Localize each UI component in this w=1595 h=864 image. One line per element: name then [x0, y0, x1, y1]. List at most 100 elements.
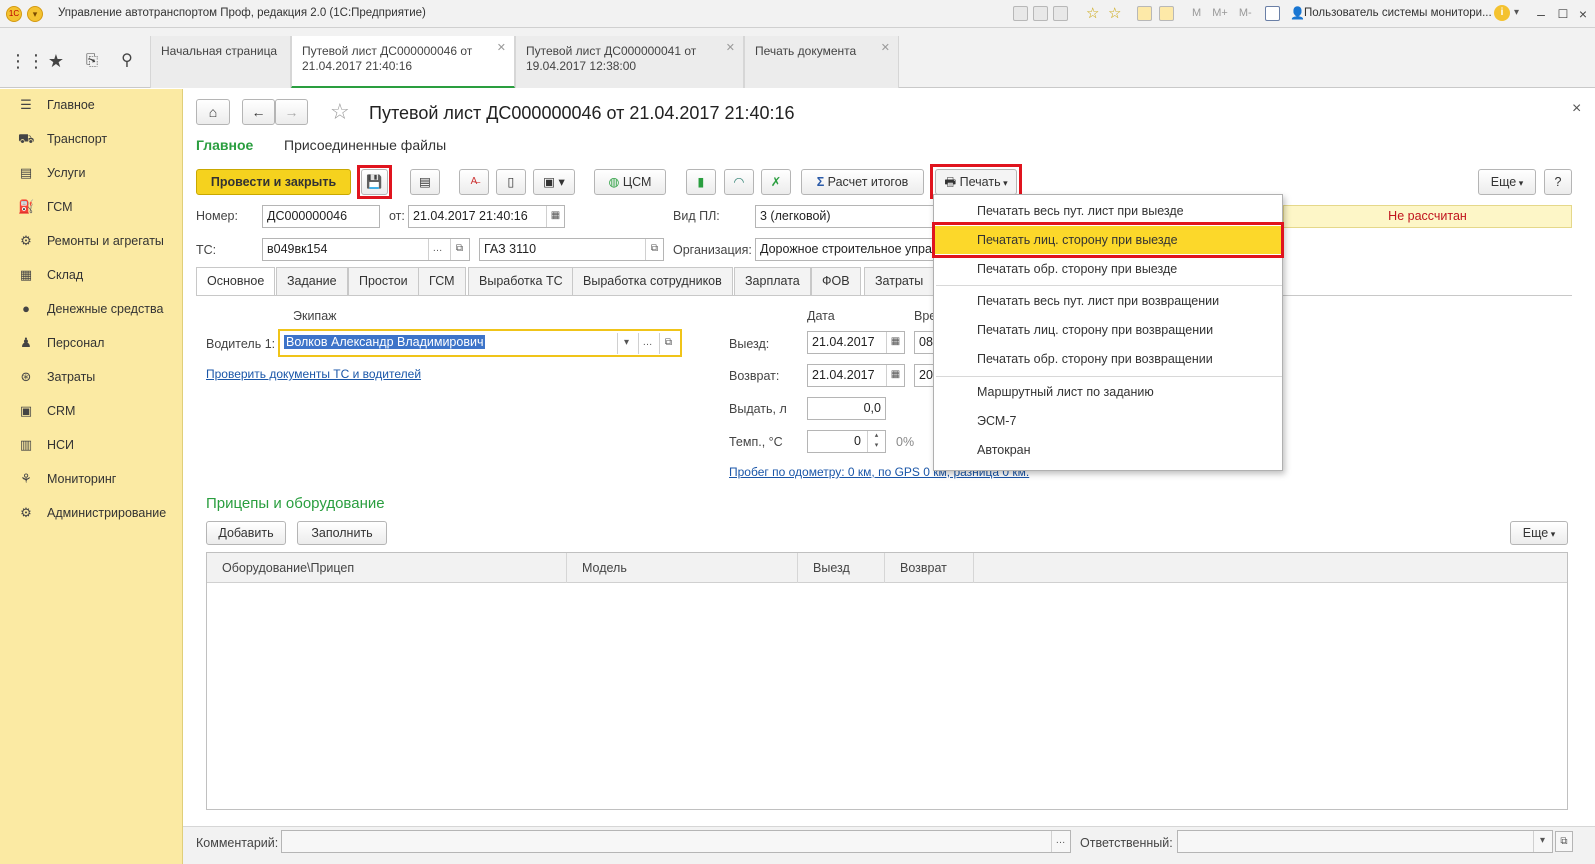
- close-tab-icon[interactable]: ✕: [726, 41, 735, 56]
- favorites-add-icon[interactable]: ☆: [1086, 4, 1099, 22]
- responsible-open-icon[interactable]: ⧉: [1555, 831, 1573, 852]
- calendar-icon[interactable]: ▦: [886, 365, 904, 386]
- phone-button[interactable]: ▮: [686, 169, 716, 195]
- menu-item-print-front-return[interactable]: Печатать лиц. сторону при возвращении: [934, 316, 1284, 344]
- ts-open-icon[interactable]: ⧉: [450, 239, 468, 260]
- sidebar-item-money[interactable]: ● Денежные средства: [0, 295, 183, 325]
- sidebar-item-warehouse[interactable]: ▦ Склад: [0, 261, 183, 291]
- csm-button[interactable]: ◍ ЦСМ: [594, 169, 666, 195]
- panels-icon[interactable]: [1265, 6, 1280, 21]
- table-header-equipment[interactable]: Оборудование\Прицеп: [207, 553, 567, 583]
- close-window-button[interactable]: ×: [1572, 4, 1594, 24]
- driver-select-button[interactable]: …: [638, 333, 656, 354]
- menu-item-autocrane[interactable]: Автокран: [934, 436, 1284, 464]
- spellcheck-button[interactable]: A̶: [459, 169, 489, 195]
- fill-trailer-button[interactable]: Заполнить: [297, 521, 387, 545]
- sidebar-item-main[interactable]: ☰ Главное: [0, 91, 183, 121]
- tab-fuel[interactable]: ГСМ: [418, 267, 466, 295]
- favorite-star-icon[interactable]: ☆: [330, 99, 350, 125]
- maximize-button[interactable]: ☐: [1552, 4, 1574, 24]
- history-icon[interactable]: ⎘: [80, 50, 104, 72]
- document-button[interactable]: ▯: [496, 169, 526, 195]
- check-docs-link[interactable]: Проверить документы ТС и водителей: [206, 367, 421, 381]
- sidebar-item-costs[interactable]: ⊛ Затраты: [0, 363, 183, 393]
- tab-vehicle-output[interactable]: Выработка ТС: [468, 267, 574, 295]
- tab-print-document[interactable]: Печать документа ✕: [744, 36, 899, 88]
- org-field[interactable]: Дорожное строительное упра: [755, 238, 935, 261]
- tab-fov[interactable]: ФОВ: [811, 267, 861, 295]
- driver-open-icon[interactable]: ⧉: [659, 333, 677, 354]
- ts-select-button[interactable]: …: [428, 239, 446, 260]
- menu-item-print-back-return[interactable]: Печатать обр. сторону при возвращении: [934, 345, 1284, 373]
- user-name[interactable]: Пользователь системы монитори...: [1304, 7, 1492, 19]
- model-open-icon[interactable]: ⧉: [645, 239, 663, 260]
- main-menu-icon[interactable]: ▾: [27, 6, 43, 22]
- menu-item-print-full-departure[interactable]: Печатать весь пут. лист при выезде: [934, 197, 1284, 225]
- load-button[interactable]: ▤: [410, 169, 440, 195]
- close-tab-icon[interactable]: ✕: [497, 41, 506, 56]
- tab-task[interactable]: Задание: [276, 267, 348, 295]
- save-icon[interactable]: [1013, 6, 1028, 21]
- menu-item-print-full-return[interactable]: Печатать весь пут. лист при возвращении: [934, 287, 1284, 315]
- comment-field[interactable]: [281, 830, 1071, 853]
- preview-icon[interactable]: [1053, 6, 1068, 21]
- menu-item-print-back-departure[interactable]: Печатать обр. сторону при выезде: [934, 255, 1284, 283]
- mem-minus-button[interactable]: M-: [1239, 7, 1252, 19]
- sidebar-item-admin[interactable]: ⚙ Администрирование: [0, 499, 183, 529]
- sidebar-item-personnel[interactable]: ♟ Персонал: [0, 329, 183, 359]
- number-field[interactable]: ДС000000046: [262, 205, 380, 228]
- model-field[interactable]: ГАЗ 3110 ⧉: [479, 238, 664, 261]
- calendar-icon[interactable]: ▦: [886, 332, 904, 353]
- driver-dropdown-icon[interactable]: ▾: [617, 333, 635, 354]
- tab-downtime[interactable]: Простои: [348, 267, 419, 295]
- forward-button[interactable]: →: [275, 99, 308, 125]
- apps-grid-icon[interactable]: ⋮⋮: [9, 50, 45, 72]
- calendar-icon[interactable]: [1137, 6, 1152, 21]
- date-field[interactable]: 21.04.2017 21:40:16 ▦: [408, 205, 565, 228]
- sidebar-item-monitoring[interactable]: ⚘ Мониторинг: [0, 465, 183, 495]
- menu-item-route-sheet[interactable]: Маршрутный лист по заданию: [934, 378, 1284, 406]
- issue-field[interactable]: 0,0: [807, 397, 886, 420]
- back-button[interactable]: ←: [242, 99, 275, 125]
- responsible-field[interactable]: [1177, 830, 1553, 853]
- close-tab-icon[interactable]: ✕: [881, 41, 890, 56]
- star-icon[interactable]: ★: [44, 50, 68, 72]
- subnav-files[interactable]: Присоединенные файлы: [284, 137, 446, 153]
- calculator-icon[interactable]: [1159, 6, 1174, 21]
- sidebar-item-services[interactable]: ▤ Услуги: [0, 159, 183, 189]
- calc-totals-button[interactable]: Σ Расчет итогов: [801, 169, 924, 195]
- subnav-main[interactable]: Главное: [196, 137, 253, 153]
- table-header-departure[interactable]: Выезд: [798, 553, 885, 583]
- return-date-field[interactable]: 21.04.2017 ▦: [807, 364, 905, 387]
- temp-stepper[interactable]: ▴ ▾: [867, 431, 885, 452]
- table-more-button[interactable]: Еще ▾: [1510, 521, 1568, 545]
- table-header-return[interactable]: Возврат: [885, 553, 974, 583]
- more-button[interactable]: Еще ▾: [1478, 169, 1536, 195]
- post-and-close-button[interactable]: Провести и закрыть: [196, 169, 351, 195]
- route-button[interactable]: ✗: [761, 169, 791, 195]
- create-based-on-button[interactable]: ▣ ▾: [533, 169, 575, 195]
- tab-home[interactable]: Начальная страница: [150, 36, 291, 88]
- mem-plus-button[interactable]: M+: [1212, 7, 1228, 19]
- info-icon[interactable]: i: [1494, 5, 1510, 21]
- pl-type-field[interactable]: 3 (легковой): [755, 205, 935, 228]
- sidebar-item-fuel[interactable]: ⛽ ГСМ: [0, 193, 183, 223]
- sidebar-item-reference[interactable]: ▥ НСИ: [0, 431, 183, 461]
- search-icon[interactable]: ⚲: [115, 50, 139, 72]
- table-header-model[interactable]: Модель: [567, 553, 798, 583]
- mem-m-button[interactable]: M: [1192, 7, 1201, 19]
- print-icon[interactable]: [1033, 6, 1048, 21]
- home-button[interactable]: ⌂: [196, 99, 230, 125]
- sidebar-item-crm[interactable]: ▣ CRM: [0, 397, 183, 427]
- menu-item-esm7[interactable]: ЭСМ-7: [934, 407, 1284, 435]
- settings-dropdown-icon[interactable]: ▾: [1514, 7, 1519, 18]
- minimize-button[interactable]: –: [1530, 4, 1552, 24]
- tab-main[interactable]: Основное: [196, 267, 276, 296]
- comment-expand-button[interactable]: …: [1051, 831, 1069, 852]
- tab-waybill-46[interactable]: Путевой лист ДС000000046 от 21.04.2017 2…: [291, 36, 515, 88]
- close-form-icon[interactable]: ×: [1572, 100, 1581, 118]
- tab-salary[interactable]: Зарплата: [734, 267, 811, 295]
- speedometer-button[interactable]: ◠: [724, 169, 754, 195]
- sidebar-item-transport[interactable]: ⛟ Транспорт: [0, 125, 183, 155]
- tab-waybill-41[interactable]: Путевой лист ДС000000041 от 19.04.2017 1…: [515, 36, 744, 88]
